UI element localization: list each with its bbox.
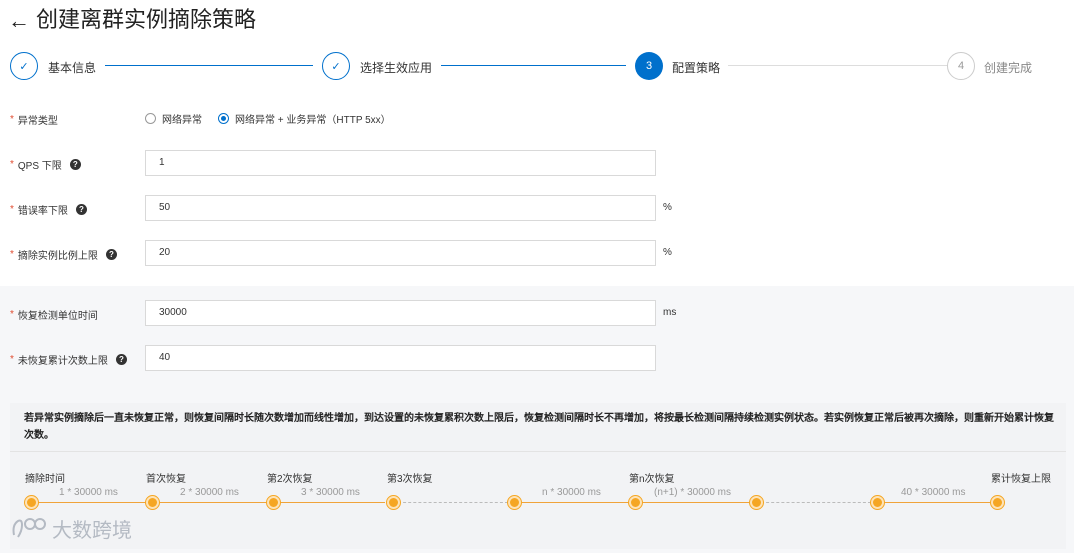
timeline-dot — [750, 496, 763, 509]
eject-ratio-row: * 摘除实例比例上限? 20 % — [0, 240, 1080, 266]
step-connector — [441, 65, 626, 66]
step-label-select-app: 选择生效应用 — [360, 61, 433, 75]
watermark-text: 大数跨境 — [52, 520, 132, 542]
recovery-timeline: 摘除时间 首次恢复 第2次恢复 第3次恢复 第n次恢复 累计恢复上限 1 * 3… — [10, 403, 1066, 549]
label-text: 异常类型 — [17, 116, 58, 127]
label-text: 未恢复累计次数上限 — [17, 356, 108, 367]
timeline-label: 第2次恢复 — [267, 474, 313, 485]
max-unrecovered-row: * 未恢复累计次数上限? 40 — [0, 345, 1080, 371]
step-label-complete: 创建完成 — [984, 61, 1033, 75]
ms-unit: ms — [663, 307, 677, 318]
timeline-dot — [267, 496, 280, 509]
timeline-line — [37, 502, 385, 503]
page-header: ← 创建离群实例摘除策略 — [8, 6, 256, 36]
timeline-label: 累计恢复上限 — [991, 474, 1051, 485]
eject-ratio-label: * 摘除实例比例上限? — [10, 247, 117, 262]
timeline-dot — [871, 496, 884, 509]
help-icon[interactable]: ? — [105, 249, 117, 260]
error-rate-label: * 错误率下限? — [10, 202, 87, 217]
max-unrecovered-label: * 未恢复累计次数上限? — [10, 352, 127, 367]
error-rate-row: * 错误率下限? 50 % — [0, 195, 1080, 221]
timeline-dashed-line — [761, 502, 871, 503]
radio-network[interactable] — [145, 113, 156, 124]
timeline-dot — [25, 496, 38, 509]
brand-logo-icon — [12, 517, 46, 538]
timeline-interval: 2 * 30000 ms — [180, 487, 239, 498]
qps-label: * QPS 下限? — [10, 157, 81, 172]
step-connector — [105, 65, 313, 66]
radio-network-label[interactable]: 网络异常 — [162, 111, 202, 126]
label-text: 错误率下限 — [17, 206, 68, 217]
timeline-dot — [146, 496, 159, 509]
step-connector — [728, 65, 947, 66]
error-rate-input[interactable]: 50 — [145, 195, 656, 221]
recovery-note-box: 若异常实例摘除后一直未恢复正常，则恢复间隔时长随次数增加而线性增加，到达设置的未… — [10, 403, 1066, 549]
timeline-interval: n * 30000 ms — [542, 487, 601, 498]
timeline-interval: 1 * 30000 ms — [59, 487, 118, 498]
recovery-interval-row: * 恢复检测单位时间 30000 ms — [0, 300, 1080, 326]
page-title: 创建离群实例摘除策略 — [36, 8, 257, 33]
required-mark: * — [10, 354, 14, 365]
timeline-line — [878, 502, 999, 503]
timeline-dot — [629, 496, 642, 509]
check-icon: ✓ — [10, 52, 38, 80]
step-indicator: ✓ 基本信息 ✓ 选择生效应用 3 配置策略 4 创建完成 — [10, 52, 1070, 82]
required-mark: * — [10, 309, 14, 320]
percent-unit: % — [663, 247, 672, 258]
timeline-label: 第3次恢复 — [387, 474, 433, 485]
required-mark: * — [10, 114, 14, 125]
timeline-interval: 40 * 30000 ms — [901, 487, 966, 498]
timeline-label: 摘除时间 — [25, 474, 65, 485]
watermark: 大数跨境 — [8, 514, 132, 543]
label-text: 摘除实例比例上限 — [17, 251, 98, 262]
exception-type-label: * 异常类型 — [10, 112, 58, 127]
percent-unit: % — [663, 202, 672, 213]
radio-network-business[interactable] — [218, 113, 229, 124]
qps-input[interactable]: 1 — [145, 150, 656, 176]
label-text: 恢复检测单位时间 — [17, 311, 98, 322]
recovery-interval-label: * 恢复检测单位时间 — [10, 307, 98, 322]
eject-ratio-input[interactable]: 20 — [145, 240, 656, 266]
exception-type-radio-group: 网络异常 网络异常 + 业务异常（HTTP 5xx） — [145, 111, 401, 126]
required-mark: * — [10, 159, 14, 170]
timeline-label: 第n次恢复 — [629, 474, 675, 485]
arrow-left-icon[interactable]: ← — [8, 6, 30, 36]
check-icon: ✓ — [322, 52, 350, 80]
recovery-interval-input[interactable]: 30000 — [145, 300, 656, 326]
timeline-interval: (n+1) * 30000 ms — [654, 487, 731, 498]
timeline-dot — [387, 496, 400, 509]
timeline-dashed-line — [398, 502, 508, 503]
step-label-basic-info: 基本信息 — [48, 61, 97, 75]
timeline-dot — [508, 496, 521, 509]
exception-type-row: * 异常类型 网络异常 网络异常 + 业务异常（HTTP 5xx） — [0, 111, 1080, 127]
help-icon[interactable]: ? — [75, 204, 87, 215]
step-number-3: 3 — [635, 52, 663, 80]
required-mark: * — [10, 204, 14, 215]
required-mark: * — [10, 249, 14, 260]
timeline-interval: 3 * 30000 ms — [301, 487, 360, 498]
max-unrecovered-input[interactable]: 40 — [145, 345, 656, 371]
radio-network-business-label[interactable]: 网络异常 + 业务异常（HTTP 5xx） — [235, 111, 391, 126]
label-text: QPS 下限 — [17, 161, 62, 172]
timeline-label: 首次恢复 — [146, 474, 186, 485]
qps-row: * QPS 下限? 1 — [0, 150, 1080, 176]
help-icon[interactable]: ? — [69, 159, 81, 170]
step-number-4: 4 — [947, 52, 975, 80]
help-icon[interactable]: ? — [115, 354, 127, 365]
step-label-config-policy: 配置策略 — [672, 61, 721, 75]
timeline-dot — [991, 496, 1004, 509]
